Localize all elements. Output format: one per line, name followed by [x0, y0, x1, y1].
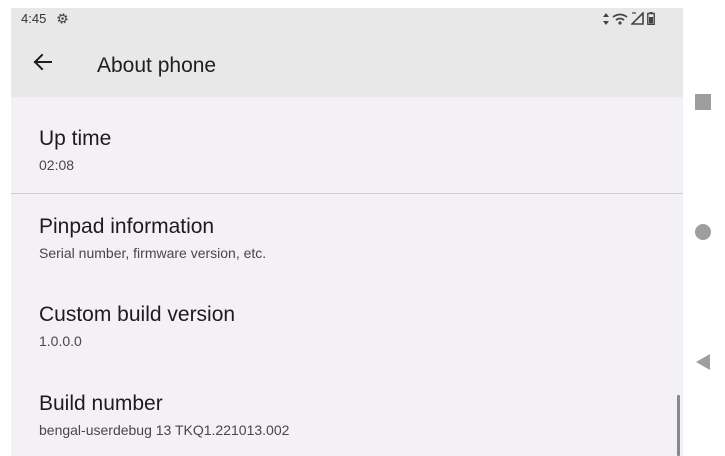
item-title: Up time	[39, 127, 112, 150]
signal-icon	[631, 12, 644, 25]
item-subtitle: 02:08	[39, 157, 75, 173]
list-item-build-number[interactable]: Build number bengal-userdebug 13 TKQ1.22…	[11, 370, 683, 456]
item-title: Pinpad information	[39, 215, 215, 238]
list-item-custom-build-version[interactable]: Custom build version 1.0.0.0	[11, 282, 683, 370]
battery-icon	[647, 12, 655, 25]
home-circle-icon[interactable]	[693, 222, 713, 242]
data-arrows-icon	[603, 12, 609, 25]
item-title: Build number	[39, 392, 163, 415]
settings-list: Up time 02:08 Pinpad information Serial …	[11, 97, 683, 456]
scrollbar[interactable]	[677, 395, 680, 456]
app-bar: About phone	[11, 30, 683, 97]
item-subtitle: Serial number, firmware version, etc.	[39, 245, 267, 261]
item-title: Custom build version	[39, 303, 236, 326]
recents-square-icon[interactable]	[693, 92, 713, 112]
list-item-pinpad-information[interactable]: Pinpad information Serial number, firmwa…	[11, 194, 683, 282]
list-item-up-time[interactable]: Up time 02:08	[11, 97, 683, 193]
settings-gear-icon	[57, 13, 68, 24]
wifi-icon	[612, 13, 628, 25]
arrow-left-icon[interactable]	[25, 44, 61, 80]
phone-screen: 4:45 About phone Up time 02:08 Pinpad in…	[11, 8, 683, 456]
status-bar: 4:45	[11, 8, 683, 30]
item-subtitle: 1.0.0.0	[39, 333, 82, 349]
navigation-bar	[683, 0, 725, 456]
page-title: About phone	[97, 54, 217, 77]
status-icons	[603, 12, 655, 25]
back-triangle-icon[interactable]	[693, 352, 713, 372]
item-subtitle: bengal-userdebug 13 TKQ1.221013.002	[39, 422, 290, 438]
status-time: 4:45	[21, 11, 47, 26]
